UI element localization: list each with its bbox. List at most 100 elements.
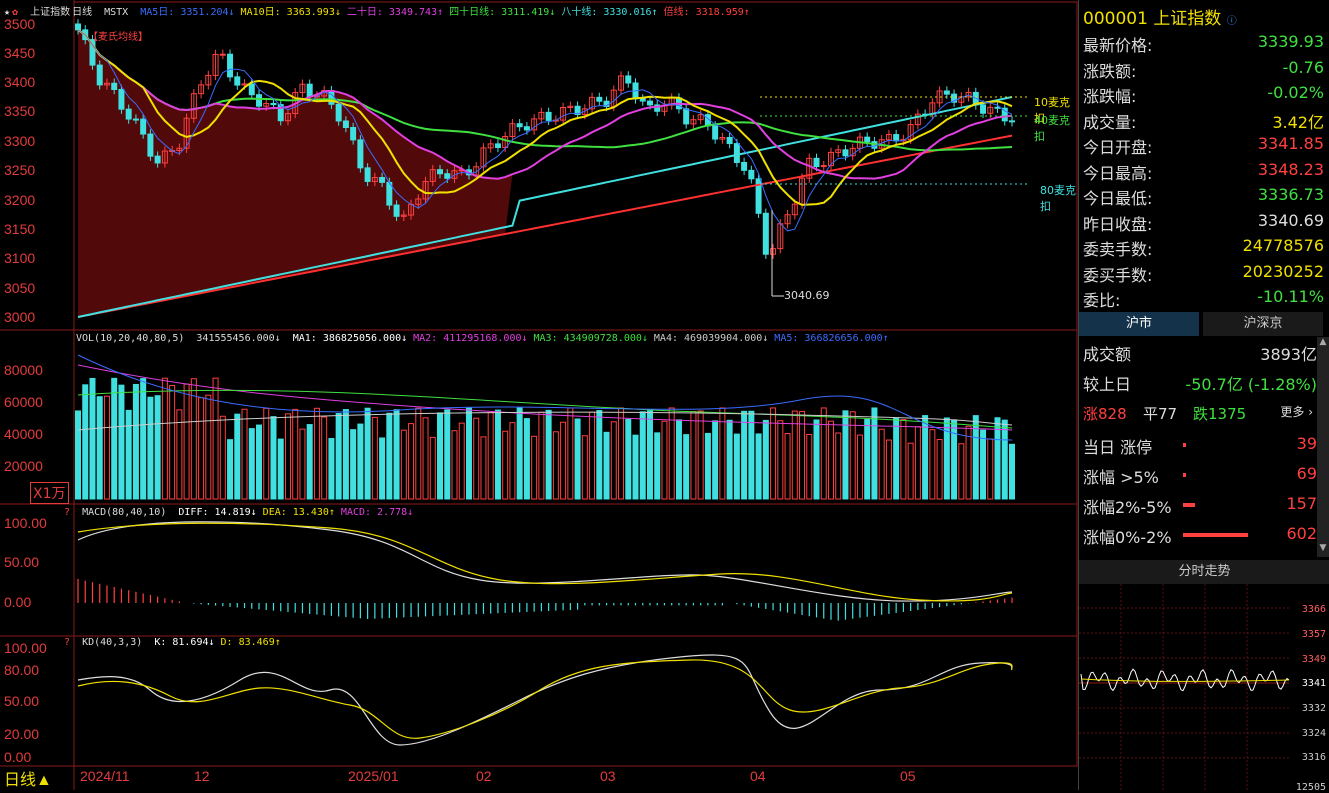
candle-body — [712, 125, 719, 140]
kd-tick: 0.00 — [4, 749, 32, 765]
quote-row: 昨日收盘: 3340.69 — [1079, 211, 1324, 235]
volume-bar — [299, 428, 306, 500]
price-tick: 3250 — [4, 162, 36, 178]
volume-bar — [885, 439, 892, 500]
volume-bar — [516, 407, 523, 500]
diff-line — [77, 521, 1013, 602]
ma-item: 倍线: 3318.959↑ — [663, 7, 750, 18]
tab-sh-market[interactable]: 沪市 — [1079, 312, 1199, 336]
ma-item: 二十日: 3349.743↑ — [346, 7, 444, 18]
volume-bar — [335, 413, 342, 500]
candle-body — [364, 167, 371, 182]
volume-bar — [393, 409, 400, 500]
price-tick: 3200 — [4, 192, 36, 208]
turnover-value: 3893亿 — [1260, 345, 1317, 364]
volume-bar — [342, 409, 349, 500]
scroll-up-icon[interactable]: ▲ — [1317, 337, 1329, 351]
candle-body — [516, 123, 523, 128]
volume-bar — [248, 428, 255, 500]
candle-body — [943, 90, 950, 95]
intraday-tick: 3332 — [1301, 703, 1326, 714]
chart-canvas[interactable] — [0, 0, 1078, 790]
tab-all-market[interactable]: 沪深京 — [1203, 312, 1323, 336]
volume-bar — [183, 383, 190, 500]
volume-bar — [125, 409, 132, 500]
volume-bar — [646, 410, 653, 500]
volume-tick: 80000 — [4, 362, 43, 378]
volume-tick: 20000 — [4, 458, 43, 474]
breadth-bar — [1183, 503, 1195, 507]
kd-tick: 100.00 — [4, 640, 47, 656]
price-tick: 3300 — [4, 133, 36, 149]
more-link[interactable]: 更多 › — [1280, 403, 1313, 420]
volume-bar — [856, 434, 863, 500]
quote-row: 今日最低: 3336.73 — [1079, 185, 1324, 209]
candle-body — [335, 103, 342, 122]
kd-tick: 20.00 — [4, 726, 40, 742]
intraday-chart[interactable] — [1079, 584, 1329, 790]
volume-bar — [951, 419, 958, 500]
candle-body — [733, 143, 740, 163]
volume-bar — [371, 416, 378, 500]
candle-body — [545, 111, 552, 121]
candle-body — [864, 136, 871, 143]
candle-body — [444, 173, 451, 179]
volume-value: 341555456.000↓ — [196, 333, 281, 344]
chart-area[interactable]: ★ ✿ 上证指数 日线 MSTX MA5日: 3351.204↓ MA10日: 336… — [0, 0, 1078, 790]
flat-count: 平77 — [1143, 405, 1178, 423]
macd-tick: 50.00 — [4, 554, 40, 570]
volume-bar — [560, 421, 567, 500]
quote-label: 成交量: — [1083, 112, 1137, 132]
kd-header-label: KD(40,3,3) — [82, 637, 143, 648]
question-icon[interactable]: ? — [64, 637, 70, 648]
quote-row: 今日最高: 3348.23 — [1079, 160, 1324, 184]
candle-body — [842, 149, 849, 157]
scroll-down-icon[interactable]: ▼ — [1317, 543, 1329, 557]
quote-label: 委卖手数: — [1083, 240, 1153, 259]
intraday-tick: 3324 — [1301, 728, 1326, 739]
scrollbar[interactable]: ▲ ▼ — [1317, 337, 1329, 557]
quote-label: 涨跌幅: — [1083, 87, 1137, 106]
volume-bar — [581, 435, 588, 500]
macd-item: MACD: 2.778↓ — [340, 507, 414, 518]
candle-body — [726, 136, 733, 145]
candle-body — [748, 169, 755, 180]
quote-value: 3339.93 — [1257, 32, 1324, 51]
kd-header: ? KD(40,3,3) K: 81.694↓ D: 83.469↑ — [64, 637, 293, 648]
kd-tick: 80.00 — [4, 662, 40, 678]
volume-bar — [147, 396, 154, 500]
date-tick: 2024/11 — [80, 768, 130, 784]
price-tick: 3000 — [4, 309, 36, 325]
quote-label: 最新价格: — [1083, 36, 1153, 55]
volume-bar — [103, 395, 110, 500]
volume-bar — [683, 434, 690, 500]
volume-bar — [422, 417, 429, 500]
quote-row: 涨跌幅: -0.02% — [1079, 83, 1324, 107]
volume-bar — [690, 411, 697, 500]
turnover-label: 成交额 — [1083, 345, 1132, 364]
volume-bar — [958, 443, 965, 500]
quote-value: 24778576 — [1242, 236, 1324, 255]
macd-header: ? MACD(80,40,10) DIFF: 14.819↓ DEA: 13.43… — [64, 507, 425, 518]
volume-bar — [842, 410, 849, 500]
question-icon[interactable]: ? — [64, 507, 70, 518]
volume-bar — [704, 432, 711, 500]
period-selector[interactable]: 日线▲ — [4, 766, 52, 790]
breadth-row: 涨幅2%-5% 157 — [1079, 494, 1317, 520]
candle-body — [111, 82, 118, 90]
intraday-title[interactable]: 分时走势 — [1079, 560, 1329, 584]
volume-bar — [111, 377, 118, 500]
candle-body — [342, 120, 349, 129]
candle-body — [147, 133, 154, 157]
intraday-tick: 3341 — [1301, 678, 1326, 689]
volume-bar — [205, 394, 212, 500]
main-indicator-header: ★ ✿ 上证指数 日线 MSTX MA5日: 3351.204↓ MA10日: 336… — [4, 3, 762, 18]
volume-bar — [936, 439, 943, 500]
index-name: 上证指数 — [30, 7, 71, 18]
candle-body — [248, 83, 255, 96]
price-tick: 3050 — [4, 280, 36, 296]
volume-bar — [118, 384, 125, 500]
volume-bar — [408, 423, 415, 500]
info-icon[interactable]: ⓘ — [1227, 16, 1237, 27]
volume-bar — [907, 442, 914, 500]
